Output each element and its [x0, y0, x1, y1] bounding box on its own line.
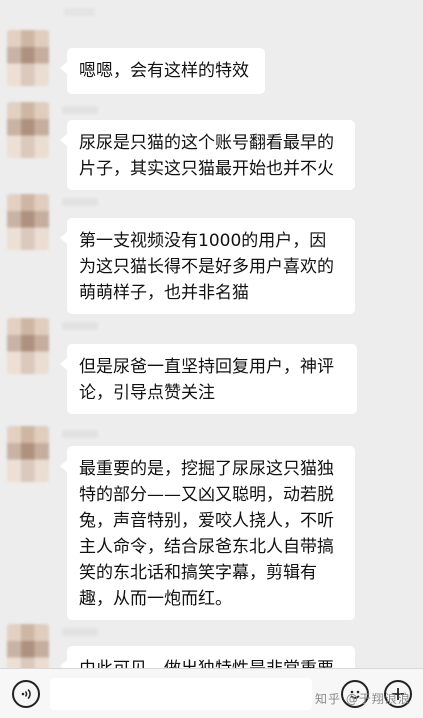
message-input[interactable] [50, 678, 312, 710]
avatar[interactable] [7, 102, 49, 158]
chat-area: 嗯嗯，会有这样的特效 尿尿是只猫的这个账号翻看最早的片子，其实这只猫最开始也并不… [0, 0, 423, 668]
message-bubble[interactable]: 第一支视频没有1000的用户，因为这只猫长得不是好多用户喜欢的萌萌样子，也并非名… [60, 218, 355, 314]
avatar[interactable] [7, 30, 49, 86]
message-bubble[interactable]: 尿尿是只猫的这个账号翻看最早的片子，其实这只猫最开始也并不火 [60, 120, 355, 190]
sender-name [62, 628, 98, 636]
message-text: 嗯嗯，会有这样的特效 [79, 61, 249, 81]
sender-name [62, 322, 98, 330]
voice-icon[interactable] [12, 680, 40, 708]
watermark: 知乎 @于翔浪浪 [315, 692, 411, 706]
voice-icon-graphic [21, 688, 31, 700]
sender-name [62, 106, 98, 114]
message-bubble[interactable]: 由此可见，做出独特性是非常重要 [60, 646, 355, 668]
sender-name [64, 8, 94, 16]
avatar[interactable] [7, 426, 49, 482]
message-text: 但是尿爸一直坚持回复用户，神评论，引导点赞关注 [79, 357, 334, 403]
sender-name [62, 198, 98, 206]
message-text: 最重要的是，挖掘了尿尿这只猫独特的部分——又凶又聪明，动若脱兔，声音特别，爱咬人… [79, 459, 334, 609]
avatar[interactable] [7, 318, 49, 374]
message-bubble[interactable]: 但是尿爸一直坚持回复用户，神评论，引导点赞关注 [60, 344, 357, 414]
message-text: 由此可见，做出独特性是非常重要 [79, 659, 334, 668]
message-bubble[interactable]: 嗯嗯，会有这样的特效 [60, 48, 265, 94]
message-bubble[interactable]: 最重要的是，挖掘了尿尿这只猫独特的部分——又凶又聪明，动若脱兔，声音特别，爱咬人… [60, 446, 355, 620]
sender-name [62, 430, 98, 438]
avatar[interactable] [7, 624, 49, 668]
message-text: 尿尿是只猫的这个账号翻看最早的片子，其实这只猫最开始也并不火 [79, 133, 334, 179]
avatar[interactable] [7, 194, 49, 250]
message-text: 第一支视频没有1000的用户，因为这只猫长得不是好多用户喜欢的萌萌样子，也并非名… [79, 231, 334, 303]
